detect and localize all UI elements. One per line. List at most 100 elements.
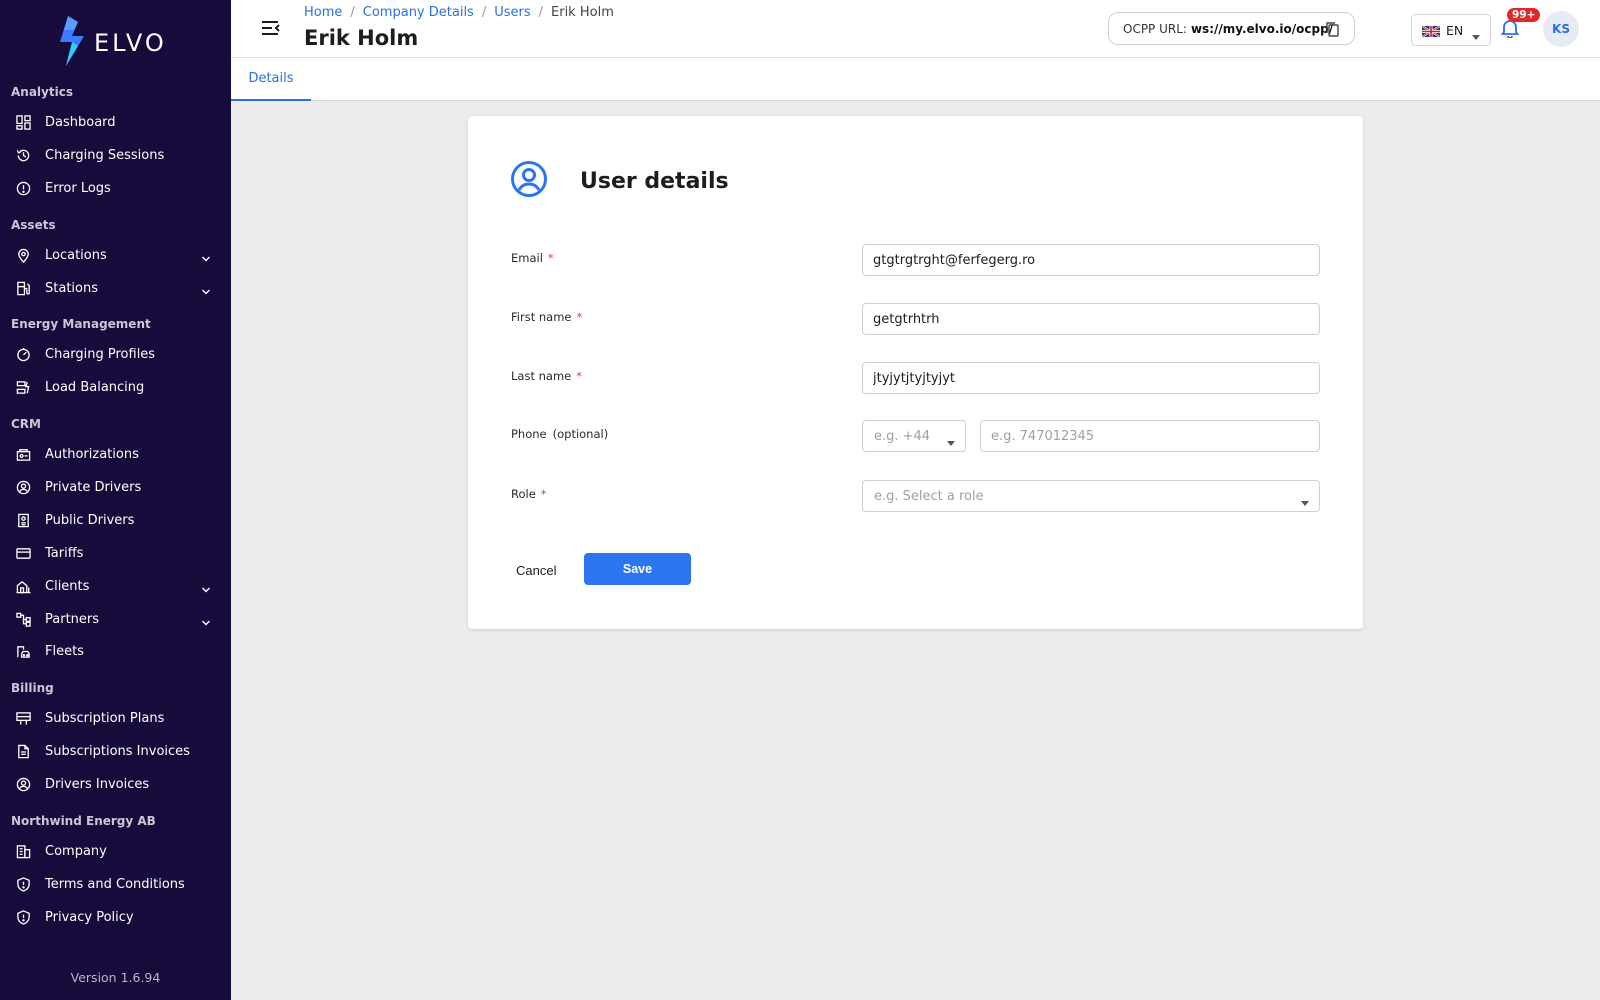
gauge-icon [15, 346, 31, 362]
sidebar-item-label: Subscriptions Invoices [45, 743, 190, 759]
load-balancing-icon [15, 379, 31, 395]
phone-label-text: Phone [511, 427, 547, 441]
user-circle-icon [510, 160, 548, 202]
sidebar-item-label: Tariffs [45, 545, 84, 561]
shield-icon [15, 876, 31, 892]
section-title-crm: CRM [11, 417, 41, 431]
avatar[interactable]: KS [1543, 11, 1579, 47]
phone-number-field[interactable] [980, 420, 1320, 452]
chevron-down-icon [201, 282, 211, 301]
cancel-button[interactable]: Cancel [516, 555, 556, 586]
user-circle-icon [15, 479, 31, 495]
charging-station-icon [15, 280, 31, 296]
optional-mark: (optional) [552, 427, 609, 441]
shield-icon [15, 909, 31, 925]
role-placeholder: e.g. Select a role [874, 488, 984, 504]
role-label: Role * [511, 487, 547, 501]
sidebar-item-dashboard[interactable]: Dashboard [0, 107, 231, 137]
sidebar-item-drivers-invoices[interactable]: Drivers Invoices [0, 769, 231, 799]
ocpp-url-box: OCPP URL: ws://my.elvo.io/ocpp/ [1108, 12, 1355, 45]
sidebar-item-label: Dashboard [45, 114, 116, 130]
first-name-label: First name * [511, 310, 582, 324]
brand-name: ELVO [94, 29, 167, 57]
top-header: Home / Company Details / Users / Erik Ho… [231, 0, 1600, 58]
breadcrumb-users[interactable]: Users [494, 5, 530, 20]
required-mark: * [576, 310, 583, 324]
sidebar-item-label: Subscription Plans [45, 710, 165, 726]
sidebar-item-locations[interactable]: Locations [0, 240, 231, 270]
email-label-text: Email [511, 251, 543, 265]
breadcrumb: Home / Company Details / Users / Erik Ho… [304, 5, 614, 20]
sidebar-item-subscriptions-invoices[interactable]: Subscriptions Invoices [0, 736, 231, 766]
sidebar-item-charging-profiles[interactable]: Charging Profiles [0, 339, 231, 369]
sidebar-item-partners[interactable]: Partners [0, 604, 231, 634]
sidebar-item-clients[interactable]: Clients [0, 571, 231, 601]
last-name-label: Last name * [511, 369, 582, 383]
sidebar-item-authorizations[interactable]: Authorizations [0, 439, 231, 469]
chevron-down-icon [201, 249, 211, 268]
sidebar-item-label: Charging Sessions [45, 147, 165, 163]
sidebar-item-label: Locations [45, 247, 107, 263]
ocpp-url-value: ws://my.elvo.io/ocpp/ [1190, 21, 1334, 36]
sidebar-item-label: Public Drivers [45, 512, 135, 528]
app-version: Version 1.6.94 [70, 970, 161, 985]
sidebar-item-load-balancing[interactable]: Load Balancing [0, 372, 231, 402]
sidebar-item-company[interactable]: Company [0, 836, 231, 866]
credit-card-icon [15, 545, 31, 561]
tab-details[interactable]: Details [231, 58, 311, 101]
sidebar-item-label: Private Drivers [45, 479, 142, 495]
fleet-icon [15, 643, 31, 659]
sidebar-item-stations[interactable]: Stations [0, 273, 231, 303]
sidebar-item-label: Charging Profiles [45, 346, 156, 362]
uk-flag-icon [1421, 24, 1441, 38]
logo[interactable]: ELVO [58, 16, 167, 70]
sidebar-item-fleets[interactable]: Fleets [0, 636, 231, 666]
chevron-down-icon [201, 580, 211, 599]
lightning-logo-icon [58, 16, 86, 70]
company-icon [15, 843, 31, 859]
sidebar-item-privacy-policy[interactable]: Privacy Policy [0, 902, 231, 932]
breadcrumb-company-details[interactable]: Company Details [363, 5, 474, 20]
last-name-field[interactable] [862, 362, 1320, 394]
section-title-organization: Northwind Energy AB [11, 814, 156, 828]
breadcrumb-separator: / [481, 5, 487, 20]
ocpp-url-label: OCPP URL: [1123, 21, 1187, 36]
card-header: User details [510, 160, 729, 202]
language-selector[interactable]: EN [1411, 14, 1491, 46]
badge-icon [15, 512, 31, 528]
breadcrumb-separator: / [538, 5, 544, 20]
card-title: User details [580, 168, 729, 194]
document-icon [15, 743, 31, 759]
sidebar-item-charging-sessions[interactable]: Charging Sessions [0, 140, 231, 170]
map-pin-icon [15, 247, 31, 263]
required-mark: * [576, 369, 582, 383]
menu-collapse-icon[interactable] [260, 18, 282, 38]
sidebar-item-label: Clients [45, 578, 90, 594]
role-select[interactable]: e.g. Select a role [862, 480, 1320, 512]
phone-prefix-placeholder: e.g. +44 [874, 428, 931, 444]
sidebar-item-label: Partners [45, 611, 100, 627]
required-mark: * [540, 487, 547, 501]
sidebar-item-private-drivers[interactable]: Private Drivers [0, 472, 231, 502]
chevron-down-icon [201, 613, 211, 632]
save-button[interactable]: Save [584, 553, 691, 585]
sidebar-item-public-drivers[interactable]: Public Drivers [0, 505, 231, 535]
sidebar-item-error-logs[interactable]: Error Logs [0, 173, 231, 203]
sidebar-item-label: Load Balancing [45, 379, 145, 395]
sidebar-item-terms-and-conditions[interactable]: Terms and Conditions [0, 869, 231, 899]
section-title-energy-management: Energy Management [11, 317, 151, 331]
section-title-analytics: Analytics [11, 85, 73, 99]
phone-prefix-select[interactable]: e.g. +44 [862, 420, 966, 452]
plans-icon [15, 710, 31, 726]
sidebar-item-label: Fleets [45, 643, 84, 659]
email-field[interactable] [862, 244, 1320, 276]
breadcrumb-home[interactable]: Home [304, 5, 342, 20]
first-name-field[interactable] [862, 303, 1320, 335]
sidebar-item-label: Authorizations [45, 446, 139, 462]
sidebar-item-tariffs[interactable]: Tariffs [0, 538, 231, 568]
sidebar-item-subscription-plans[interactable]: Subscription Plans [0, 703, 231, 733]
dashboard-icon [15, 114, 31, 130]
section-title-billing: Billing [11, 681, 54, 695]
copy-icon[interactable] [1324, 21, 1340, 40]
email-label: Email * [511, 251, 554, 265]
